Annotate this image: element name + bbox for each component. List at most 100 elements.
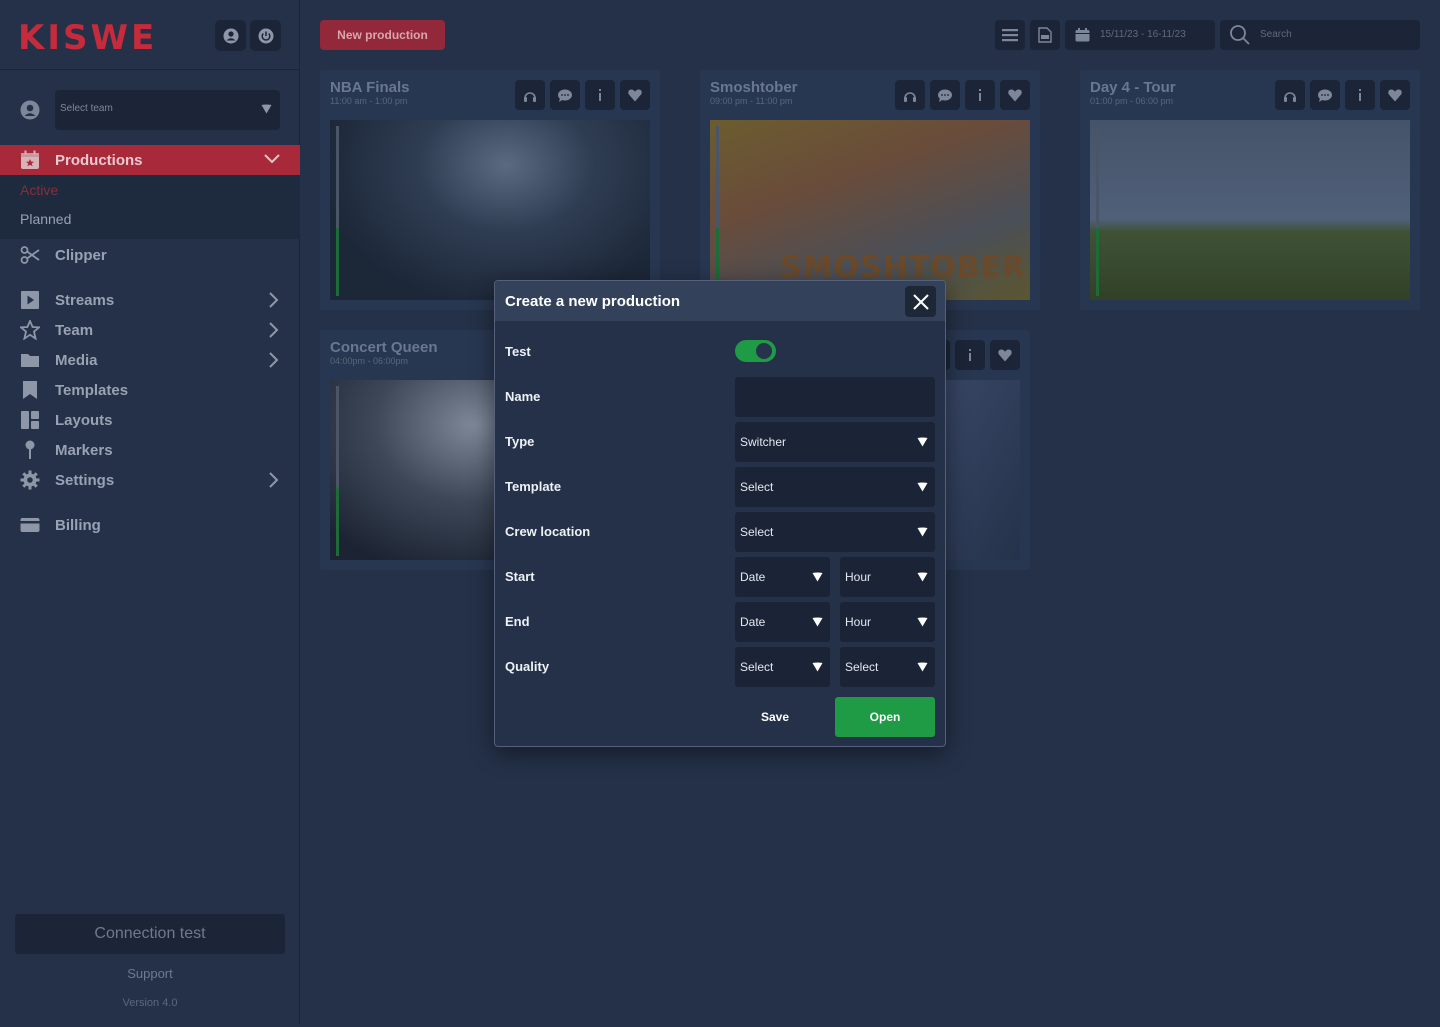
folder-icon: [21, 354, 39, 367]
chat-button[interactable]: [550, 80, 580, 110]
card-nba-finals[interactable]: NBA Finals 11:00 am - 1:00 pm: [320, 70, 660, 310]
date-range-picker[interactable]: 15/11/23 - 16-11/23: [1065, 20, 1215, 50]
audio-level-fill: [1096, 228, 1099, 296]
crew-location-select[interactable]: Select: [735, 512, 935, 552]
template-select[interactable]: Select: [735, 467, 935, 507]
card-time: 09:00 pm - 11:00 pm: [710, 96, 793, 106]
power-button[interactable]: [250, 20, 281, 51]
chevron-down-icon: [917, 662, 928, 672]
audio-level-meter: [716, 126, 719, 296]
version-label: Version 4.0: [122, 997, 178, 1009]
sidebar-item-label: Clipper: [55, 247, 107, 264]
headphones-button[interactable]: [1275, 80, 1305, 110]
quality-primary-value: Select: [740, 660, 774, 674]
card-thumbnail[interactable]: SMOSHTOBER: [710, 120, 1030, 300]
user-icon: [223, 28, 238, 43]
card-smoshtober[interactable]: Smoshtober 09:00 pm - 11:00 pm SMOSHTOBER: [700, 70, 1040, 310]
template-label: Template: [505, 479, 562, 494]
info-button[interactable]: [955, 340, 985, 370]
chevron-right-icon: [269, 352, 279, 368]
sidebar-item-templates[interactable]: Templates: [0, 375, 300, 405]
card-time: 11:00 am - 1:00 pm: [330, 96, 408, 106]
open-button[interactable]: Open: [835, 697, 935, 737]
sidebar-item-productions[interactable]: Productions: [0, 145, 300, 175]
heart-button[interactable]: [1380, 80, 1410, 110]
info-button[interactable]: [585, 80, 615, 110]
list-view-button[interactable]: [995, 20, 1025, 50]
menu-icon: [1002, 29, 1018, 42]
pin-icon: [25, 440, 35, 459]
modal-header: Create a new production: [495, 281, 945, 321]
start-hour-select[interactable]: Hour: [840, 557, 935, 597]
close-button[interactable]: [905, 286, 936, 317]
crew-location-value: Select: [740, 525, 774, 539]
date-range-text: 15/11/23 - 16-11/23: [1100, 29, 1186, 40]
sidebar-item-team[interactable]: Team: [0, 315, 300, 345]
chevron-right-icon: [269, 322, 279, 338]
bookmark-icon: [23, 381, 37, 399]
layout-icon: [21, 411, 39, 429]
heart-icon: [998, 349, 1012, 362]
headphones-button[interactable]: [515, 80, 545, 110]
quality-select-secondary[interactable]: Select: [840, 647, 935, 687]
heart-icon: [628, 89, 642, 102]
export-pdf-button[interactable]: [1030, 20, 1060, 50]
sidebar-item-layouts[interactable]: Layouts: [0, 405, 300, 435]
test-toggle[interactable]: [735, 340, 776, 362]
card-day4-tour[interactable]: Day 4 - Tour 01:00 pm - 06:00 pm: [1080, 70, 1420, 310]
audio-level-meter: [336, 386, 339, 556]
card-thumbnail[interactable]: [1090, 120, 1410, 300]
card-thumbnail[interactable]: [330, 120, 650, 300]
info-icon: [979, 89, 981, 101]
support-link[interactable]: Support: [0, 966, 300, 981]
sidebar-item-label: Media: [55, 352, 98, 369]
chevron-down-icon: [917, 617, 928, 627]
heart-button[interactable]: [620, 80, 650, 110]
profile-button[interactable]: [215, 20, 246, 51]
calendar-icon: [21, 150, 39, 169]
search-input[interactable]: Search: [1220, 20, 1420, 50]
save-button[interactable]: Save: [735, 697, 815, 737]
start-date-value: Date: [740, 570, 766, 584]
sidebar-subitem-active[interactable]: Active: [20, 182, 58, 198]
quality-label: Quality: [505, 659, 550, 674]
card-title: Smoshtober: [710, 79, 798, 96]
test-label: Test: [505, 344, 531, 359]
sidebar-item-settings[interactable]: Settings: [0, 465, 300, 495]
info-button[interactable]: [1345, 80, 1375, 110]
end-hour-select[interactable]: Hour: [840, 602, 935, 642]
type-select[interactable]: Switcher: [735, 422, 935, 462]
heart-button[interactable]: [1000, 80, 1030, 110]
end-label: End: [505, 614, 530, 629]
chevron-down-icon: [812, 617, 823, 627]
sidebar-item-media[interactable]: Media: [0, 345, 300, 375]
name-field[interactable]: [735, 377, 935, 417]
sidebar-item-label: Productions: [55, 152, 143, 169]
team-select[interactable]: Select team: [55, 90, 280, 130]
new-production-button[interactable]: New production: [320, 20, 445, 50]
create-production-modal: Create a new production Test Name Type S…: [494, 280, 946, 747]
heart-button[interactable]: [990, 340, 1020, 370]
chevron-right-icon: [269, 292, 279, 308]
connection-test-button[interactable]: Connection test: [15, 914, 285, 954]
sidebar-item-streams[interactable]: Streams: [0, 285, 300, 315]
end-date-select[interactable]: Date: [735, 602, 830, 642]
play-icon: [21, 291, 39, 309]
chat-button[interactable]: [1310, 80, 1340, 110]
sidebar-subitem-planned[interactable]: Planned: [20, 211, 71, 227]
headphones-button[interactable]: [895, 80, 925, 110]
end-date-value: Date: [740, 615, 766, 629]
sidebar-item-label: Streams: [55, 292, 115, 309]
chevron-down-icon: [917, 572, 928, 582]
chevron-right-icon: [269, 472, 279, 488]
card-title: Day 4 - Tour: [1090, 79, 1176, 96]
start-date-select[interactable]: Date: [735, 557, 830, 597]
chat-button[interactable]: [930, 80, 960, 110]
info-button[interactable]: [965, 80, 995, 110]
info-icon: [1359, 89, 1361, 101]
quality-select-primary[interactable]: Select: [735, 647, 830, 687]
sidebar-item-billing[interactable]: Billing: [0, 510, 300, 540]
sidebar-item-clipper[interactable]: Clipper: [0, 240, 300, 270]
sidebar-item-markers[interactable]: Markers: [0, 435, 300, 465]
chevron-down-icon: [261, 104, 272, 114]
